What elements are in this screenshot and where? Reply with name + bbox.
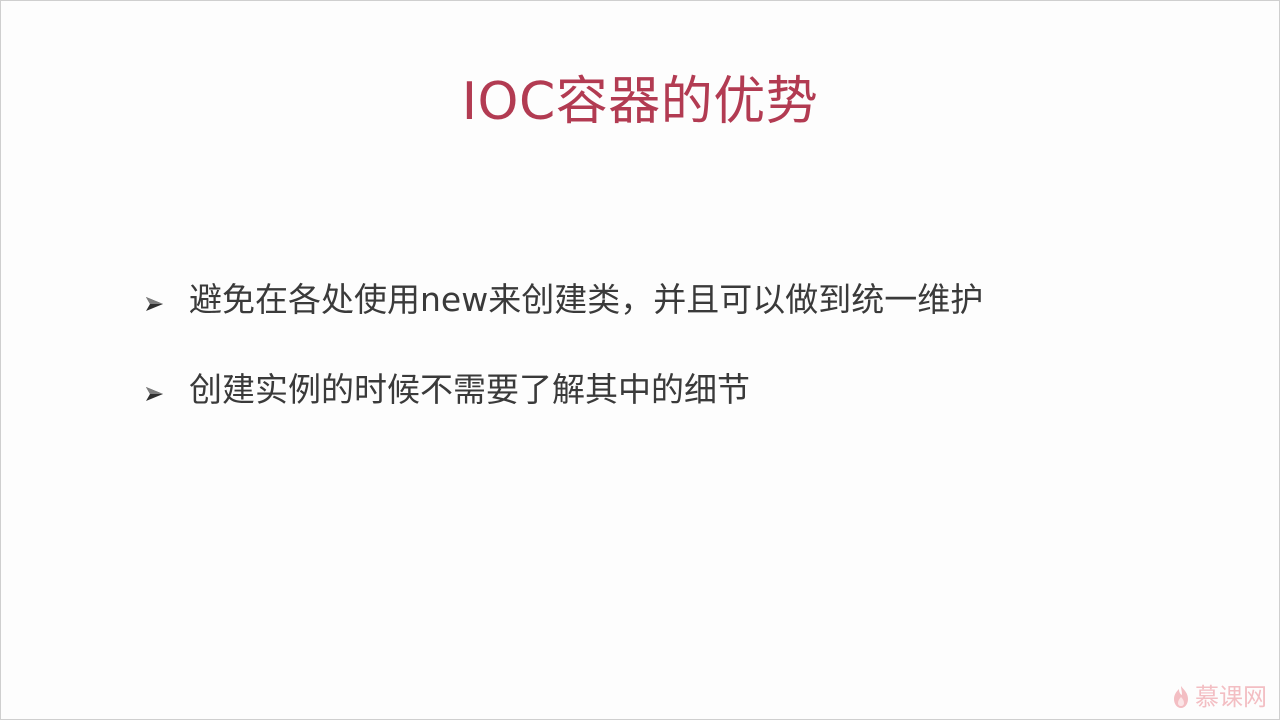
flame-icon	[1171, 685, 1191, 709]
slide: IOC容器的优势 避免在各处使用new来创建类，并且可以做到统一维护 创建实例的…	[0, 0, 1280, 720]
arrowhead-bullet-icon	[143, 375, 167, 401]
bullet-text: 避免在各处使用new来创建类，并且可以做到统一维护	[189, 280, 984, 319]
bullet-item: 避免在各处使用new来创建类，并且可以做到统一维护	[143, 269, 1143, 325]
bullet-text: 创建实例的时候不需要了解其中的细节	[189, 370, 750, 409]
arrowhead-bullet-icon	[143, 285, 167, 311]
slide-title: IOC容器的优势	[461, 72, 819, 132]
watermark-text: 慕课网	[1195, 683, 1267, 711]
bullet-item: 创建实例的时候不需要了解其中的细节	[143, 359, 1143, 415]
bullet-list: 避免在各处使用new来创建类，并且可以做到统一维护 创建实例的时候不需要了解其中…	[143, 269, 1143, 449]
watermark: 慕课网	[1171, 683, 1267, 711]
